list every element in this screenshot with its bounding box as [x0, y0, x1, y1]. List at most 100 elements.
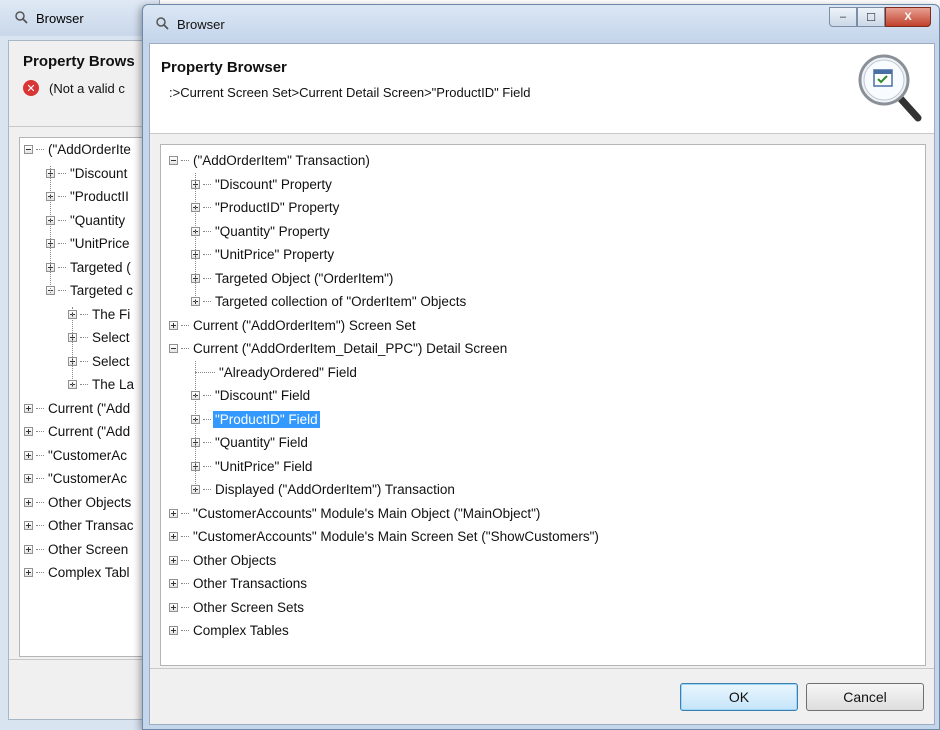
ok-button[interactable]: OK — [680, 683, 798, 711]
expand-icon[interactable] — [24, 450, 33, 460]
tree-node[interactable]: Current ("AddOrderItem") Screen Set — [161, 314, 925, 338]
close-button[interactable]: X — [885, 7, 931, 27]
tree-node[interactable]: Targeted Object ("OrderItem") — [161, 267, 925, 291]
tree-node[interactable]: Other Objects — [161, 549, 925, 573]
tree-node[interactable]: Targeted ( — [20, 256, 158, 280]
tree-node-label[interactable]: Displayed ("AddOrderItem") Transaction — [213, 481, 457, 498]
tree-node[interactable]: Select — [20, 350, 158, 374]
tree-node[interactable]: "UnitPrice — [20, 232, 158, 256]
tree-node[interactable]: "Quantity" Property — [161, 220, 925, 244]
title-bar[interactable]: Browser — [143, 5, 939, 43]
tree-node-label[interactable]: "CustomerAc — [46, 470, 129, 487]
tree-node[interactable]: The La — [20, 373, 158, 397]
tree-node[interactable]: Complex Tabl — [20, 561, 158, 585]
expand-icon[interactable] — [169, 579, 178, 589]
tree-node[interactable]: "ProductII — [20, 185, 158, 209]
tree-node[interactable]: Other Transac — [20, 514, 158, 538]
expand-icon[interactable] — [169, 508, 178, 518]
tree-node-label[interactable]: Current ("AddOrderItem_Detail_PPC") Deta… — [191, 340, 509, 357]
tree-node[interactable]: "Quantity" Field — [161, 431, 925, 455]
tree-node-label-selected[interactable]: "ProductID" Field — [213, 410, 320, 428]
tree-node[interactable]: Targeted collection of "OrderItem" Objec… — [161, 290, 925, 314]
tree-node[interactable]: "AlreadyOrdered" Field — [161, 361, 925, 385]
tree-node-label[interactable]: Other Transactions — [191, 575, 309, 592]
tree-node[interactable]: ("AddOrderIte — [20, 138, 158, 162]
expand-icon[interactable] — [24, 568, 33, 578]
tree-node[interactable]: "CustomerAccounts" Module's Main Screen … — [161, 525, 925, 549]
background-title-bar[interactable]: Browser — [0, 0, 159, 36]
tree-node-label[interactable]: Other Transac — [46, 517, 136, 534]
tree-node-label[interactable]: "Quantity" Property — [213, 223, 332, 240]
tree-node-label[interactable]: Targeted c — [68, 282, 135, 299]
tree-node-label[interactable]: ("AddOrderItem" Transaction) — [191, 152, 372, 169]
tree-node[interactable]: "CustomerAccounts" Module's Main Object … — [161, 502, 925, 526]
tree-node-label[interactable]: "CustomerAccounts" Module's Main Object … — [191, 505, 542, 522]
expand-icon[interactable] — [24, 521, 33, 531]
expand-icon[interactable] — [169, 532, 178, 542]
collapse-icon[interactable] — [169, 156, 178, 166]
tree-node-label[interactable]: Complex Tables — [191, 622, 291, 639]
background-tree-view[interactable]: ("AddOrderIte "Discount "ProductII "Quantit… — [19, 137, 159, 657]
tree-node[interactable]: "UnitPrice" Property — [161, 243, 925, 267]
tree-node-label[interactable]: "CustomerAccounts" Module's Main Screen … — [191, 528, 601, 545]
tree-node-label[interactable]: Current ("AddOrderItem") Screen Set — [191, 317, 418, 334]
expand-icon[interactable] — [169, 626, 178, 636]
tree-node-label[interactable]: "UnitPrice" Field — [213, 458, 314, 475]
tree-node[interactable]: Other Screen — [20, 538, 158, 562]
tree-node[interactable]: The Fi — [20, 303, 158, 327]
tree-node[interactable]: ("AddOrderItem" Transaction) — [161, 149, 925, 173]
cancel-button[interactable]: Cancel — [806, 683, 924, 711]
expand-icon[interactable] — [169, 602, 178, 612]
collapse-icon[interactable] — [24, 145, 33, 155]
tree-node-label[interactable]: "Discount" Property — [213, 176, 334, 193]
expand-icon[interactable] — [24, 474, 33, 484]
tree-node[interactable]: "CustomerAc — [20, 444, 158, 468]
tree-node[interactable]: "Discount" Field — [161, 384, 925, 408]
maximize-button[interactable]: ☐ — [857, 7, 885, 27]
expand-icon[interactable] — [24, 497, 33, 507]
tree-node-label[interactable]: "Discount — [68, 165, 129, 182]
tree-node[interactable]: Displayed ("AddOrderItem") Transaction — [161, 478, 925, 502]
tree-node[interactable]: "UnitPrice" Field — [161, 455, 925, 479]
tree-node[interactable]: Current ("AddOrderItem_Detail_PPC") Deta… — [161, 337, 925, 361]
expand-icon[interactable] — [24, 427, 33, 437]
tree-node[interactable]: Other Screen Sets — [161, 596, 925, 620]
tree-node[interactable]: Complex Tables — [161, 619, 925, 643]
tree-node-label[interactable]: "ProductID" Property — [213, 199, 341, 216]
expand-icon[interactable] — [169, 555, 178, 565]
minimize-button[interactable]: – — [829, 7, 857, 27]
tree-node-label[interactable]: "UnitPrice — [68, 235, 132, 252]
tree-node-label[interactable]: Current ("Add — [46, 423, 132, 440]
tree-node[interactable]: "Quantity — [20, 209, 158, 233]
tree-node-label[interactable]: Targeted collection of "OrderItem" Objec… — [213, 293, 468, 310]
tree-node[interactable]: "CustomerAc — [20, 467, 158, 491]
tree-node-label[interactable]: The La — [90, 376, 136, 393]
tree-node[interactable]: "ProductID" Field — [161, 408, 925, 432]
tree-node-label[interactable]: Complex Tabl — [46, 564, 132, 581]
tree-node[interactable]: "ProductID" Property — [161, 196, 925, 220]
tree-node[interactable]: Current ("Add — [20, 420, 158, 444]
tree-node[interactable]: Other Objects — [20, 491, 158, 515]
tree-node-label[interactable]: Targeted Object ("OrderItem") — [213, 270, 395, 287]
tree-node-label[interactable]: "ProductII — [68, 188, 131, 205]
tree-node[interactable]: Targeted c — [20, 279, 158, 303]
tree-node-label[interactable]: "Quantity — [68, 212, 127, 229]
expand-icon[interactable] — [24, 544, 33, 554]
tree-node-label[interactable]: "Discount" Field — [213, 387, 312, 404]
tree-node-label[interactable]: The Fi — [90, 306, 132, 323]
tree-node[interactable]: Current ("Add — [20, 397, 158, 421]
expand-icon[interactable] — [169, 320, 178, 330]
tree-node[interactable]: "Discount" Property — [161, 173, 925, 197]
tree-node-label[interactable]: Select — [90, 329, 132, 346]
tree-node-label[interactable]: Current ("Add — [46, 400, 132, 417]
tree-node-label[interactable]: Other Screen — [46, 541, 130, 558]
tree-node-label[interactable]: ("AddOrderIte — [46, 141, 133, 158]
expand-icon[interactable] — [24, 403, 33, 413]
tree-node-label[interactable]: "CustomerAc — [46, 447, 129, 464]
tree-node-label[interactable]: Targeted ( — [68, 259, 133, 276]
property-tree-view[interactable]: ("AddOrderItem" Transaction) "Discount" P… — [160, 144, 926, 666]
tree-node-label[interactable]: Select — [90, 353, 132, 370]
tree-node-label[interactable]: "UnitPrice" Property — [213, 246, 336, 263]
tree-node-label[interactable]: "Quantity" Field — [213, 434, 310, 451]
tree-node[interactable]: Other Transactions — [161, 572, 925, 596]
